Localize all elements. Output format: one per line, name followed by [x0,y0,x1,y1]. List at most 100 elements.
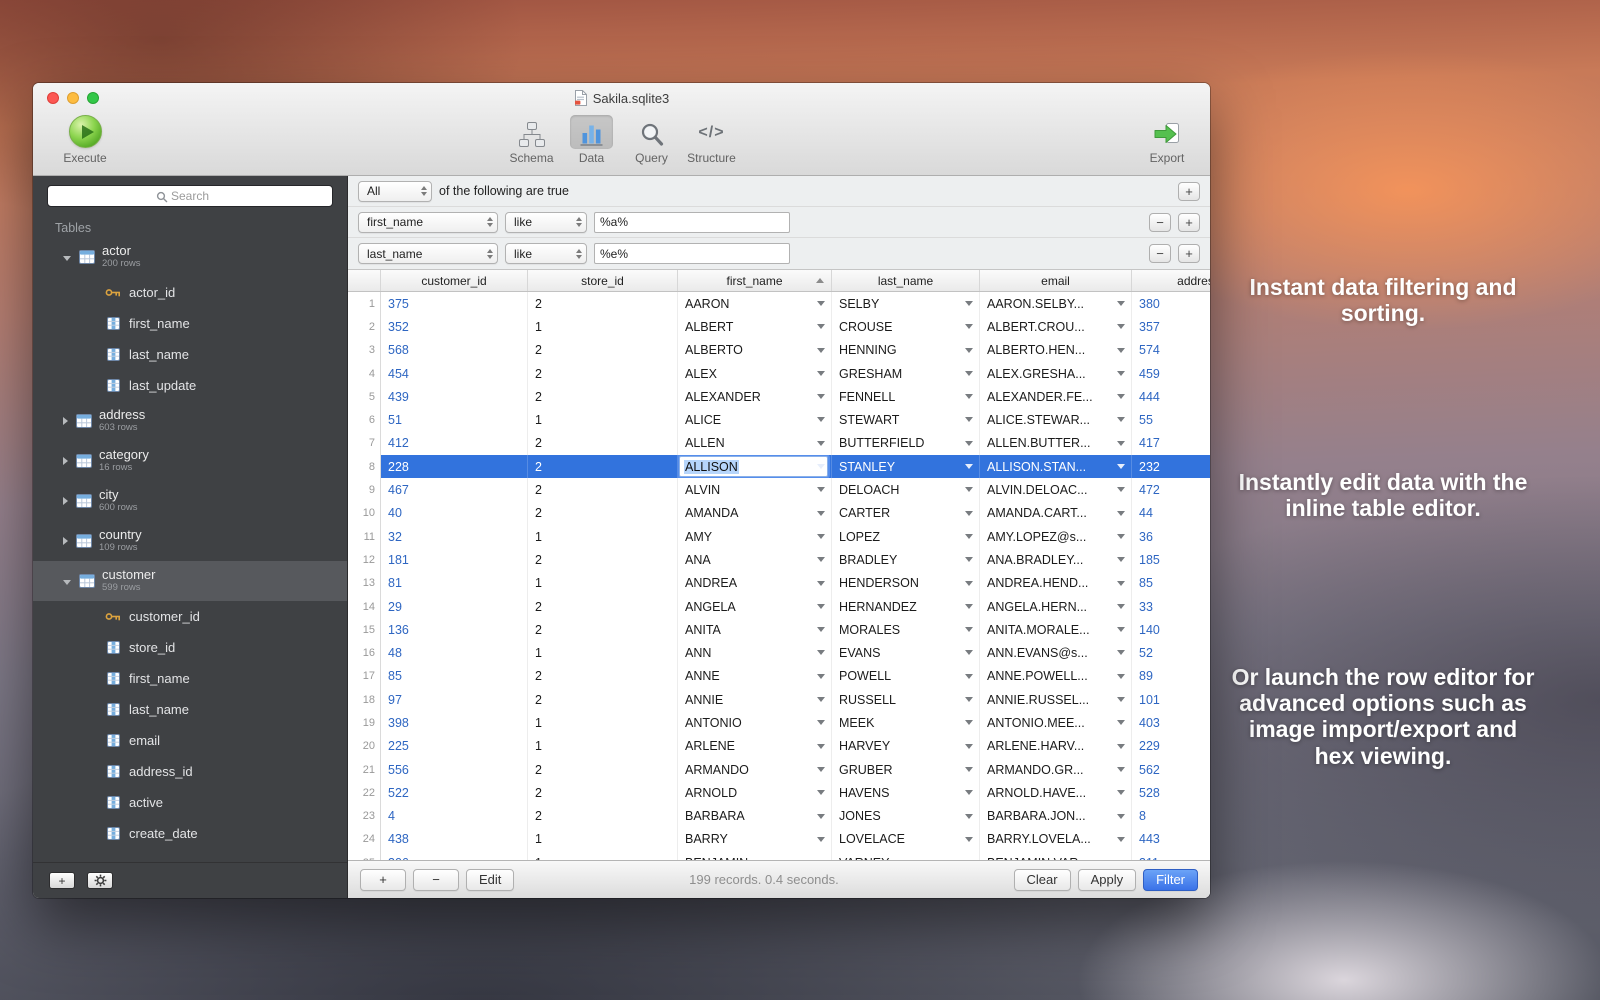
cell-customer_id[interactable]: 225 [381,735,528,758]
remove-rule-button[interactable]: − [1149,244,1171,263]
actions-gear-button[interactable] [87,872,113,889]
cell-customer_id[interactable]: 438 [381,828,528,851]
table-row[interactable]: 54392ALEXANDERFENNELLALEXANDER.FE...444 [348,385,1210,408]
cell-last_name[interactable]: EVANS [832,641,980,664]
cell-customer_id[interactable]: 375 [381,292,528,315]
cell-dropdown-icon[interactable] [817,301,825,306]
cell-dropdown-icon[interactable] [965,417,973,422]
cell-email[interactable]: ANITA.MORALE... [980,618,1132,641]
cell-dropdown-icon[interactable] [817,650,825,655]
cell-dropdown-icon[interactable] [817,814,825,819]
cell-store_id[interactable]: 1 [528,525,678,548]
cell-dropdown-icon[interactable] [1117,324,1125,329]
cell-dropdown-icon[interactable] [965,487,973,492]
cell-dropdown-icon[interactable] [817,697,825,702]
disclosure-triangle-icon[interactable] [63,497,68,505]
cell-store_id[interactable]: 2 [528,548,678,571]
remove-row-button[interactable]: − [413,869,459,891]
cell-dropdown-icon[interactable] [1117,348,1125,353]
cell-email[interactable]: ANN.EVANS@s... [980,641,1132,664]
cell-dropdown-icon[interactable] [965,324,973,329]
cell-dropdown-icon[interactable] [965,744,973,749]
cell-address_id[interactable]: 55 [1132,408,1210,431]
filter-value-input[interactable] [594,243,790,264]
cell-email[interactable]: ARLENE.HARV... [980,735,1132,758]
column-header-address_id[interactable]: address_id [1132,270,1210,291]
cell-dropdown-icon[interactable] [1117,767,1125,772]
cell-customer_id[interactable]: 398 [381,711,528,734]
cell-last_name[interactable]: HARVEY [832,735,980,758]
table-row[interactable]: 17852ANNEPOWELLANNE.POWELL...89 [348,665,1210,688]
sidebar-column-last_update[interactable]: last_update [33,370,347,401]
cell-first_name[interactable]: ANITA [678,618,832,641]
cell-store_id[interactable]: 2 [528,805,678,828]
cell-dropdown-icon[interactable] [965,441,973,446]
sidebar-table-category[interactable]: category16 rows [33,441,347,481]
cell-store_id[interactable]: 1 [528,572,678,595]
cell-store_id[interactable]: 2 [528,385,678,408]
cell-email[interactable]: ALEX.GRESHA... [980,362,1132,385]
disclosure-triangle-icon[interactable] [63,457,68,465]
cell-customer_id[interactable]: 32 [381,525,528,548]
cell-dropdown-icon[interactable] [965,627,973,632]
cell-dropdown-icon[interactable] [1117,511,1125,516]
cell-first_name[interactable]: ALVIN [678,478,832,501]
sidebar-table-country[interactable]: country109 rows [33,521,347,561]
cell-first_name[interactable]: ANGELA [678,595,832,618]
minimize-button[interactable] [67,92,79,104]
cell-dropdown-icon[interactable] [1117,464,1125,469]
cell-dropdown-icon[interactable] [817,511,825,516]
cell-email[interactable]: ANNE.POWELL... [980,665,1132,688]
add-rule-button[interactable]: + [1178,244,1200,263]
table-row[interactable]: 121812ANABRADLEYANA.BRADLEY...185 [348,548,1210,571]
cell-address_id[interactable]: 33 [1132,595,1210,618]
cell-dropdown-icon[interactable] [1117,814,1125,819]
cell-customer_id[interactable]: 556 [381,758,528,781]
cell-first_name[interactable]: ALLISON [678,455,832,478]
cell-customer_id[interactable]: 97 [381,688,528,711]
cell-dropdown-icon[interactable] [1117,441,1125,446]
cell-dropdown-icon[interactable] [817,767,825,772]
cell-dropdown-icon[interactable] [1117,417,1125,422]
cell-dropdown-icon[interactable] [1117,394,1125,399]
cell-store_id[interactable]: 1 [528,408,678,431]
column-header-email[interactable]: email [980,270,1132,291]
cell-dropdown-icon[interactable] [965,767,973,772]
cell-store_id[interactable]: 2 [528,478,678,501]
cell-dropdown-icon[interactable] [817,464,825,469]
cell-email[interactable]: AARON.SELBY... [980,292,1132,315]
edit-row-button[interactable]: Edit [466,869,514,891]
search-input[interactable] [47,185,333,207]
cell-first_name[interactable]: ANTONIO [678,711,832,734]
add-rule-button[interactable]: + [1178,213,1200,232]
cell-customer_id[interactable]: 439 [381,385,528,408]
cell-email[interactable]: AMY.LOPEZ@s... [980,525,1132,548]
cell-dropdown-icon[interactable] [1117,301,1125,306]
cell-dropdown-icon[interactable] [817,371,825,376]
execute-button[interactable]: Execute [49,115,121,165]
cell-store_id[interactable]: 2 [528,362,678,385]
cell-customer_id[interactable]: 412 [381,432,528,455]
cell-address_id[interactable]: 36 [1132,525,1210,548]
sidebar-column-first_name[interactable]: first_name [33,308,347,339]
cell-dropdown-icon[interactable] [965,557,973,562]
cell-dropdown-icon[interactable] [817,604,825,609]
cell-dropdown-icon[interactable] [1117,837,1125,842]
cell-address_id[interactable]: 89 [1132,665,1210,688]
sidebar-column-address_id[interactable]: address_id [33,756,347,787]
column-header-store_id[interactable]: store_id [528,270,678,291]
table-row[interactable]: 253061BENJAMINVARNEYBENJAMIN.VAR...311 [348,851,1210,860]
cell-dropdown-icon[interactable] [817,324,825,329]
cell-customer_id[interactable]: 81 [381,572,528,595]
add-table-button[interactable]: + [49,872,75,889]
cell-first_name[interactable]: BARRY [678,828,832,851]
cell-last_name[interactable]: SELBY [832,292,980,315]
cell-address_id[interactable]: 52 [1132,641,1210,664]
cell-email[interactable]: ALEXANDER.FE... [980,385,1132,408]
cell-store_id[interactable]: 1 [528,735,678,758]
cell-dropdown-icon[interactable] [965,674,973,679]
cell-dropdown-icon[interactable] [817,348,825,353]
cell-first_name[interactable]: BARBARA [678,805,832,828]
cell-store_id[interactable]: 2 [528,502,678,525]
cell-customer_id[interactable]: 4 [381,805,528,828]
